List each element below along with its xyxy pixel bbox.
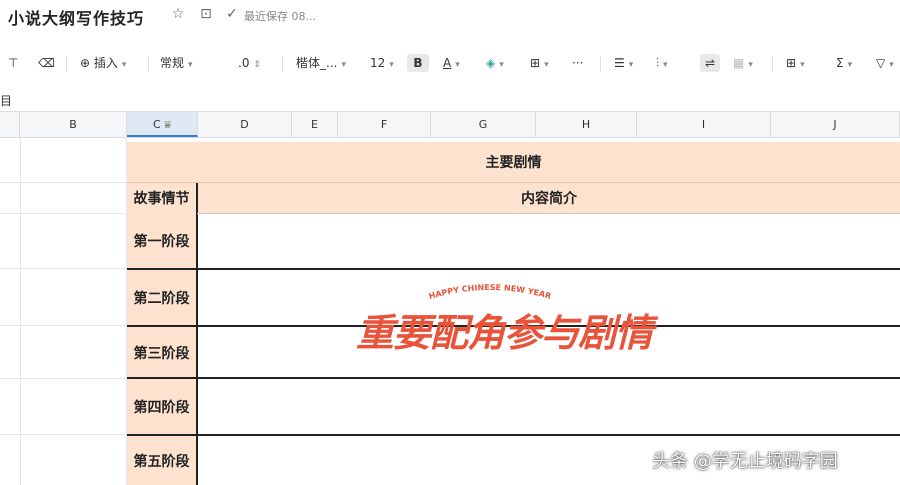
- font-size-select[interactable]: 12: [370, 54, 394, 72]
- border-button[interactable]: ⊞: [530, 54, 549, 72]
- document-title[interactable]: 小说大纲写作技巧: [8, 5, 144, 29]
- row-border: [127, 434, 900, 436]
- column-header-i[interactable]: I: [637, 112, 771, 137]
- align-button[interactable]: ☰: [614, 54, 633, 72]
- stepper-icon: ⇕: [253, 60, 261, 70]
- bold-button[interactable]: B: [407, 54, 429, 72]
- decimal-label: .0: [238, 56, 250, 70]
- column-header-h[interactable]: H: [536, 112, 637, 137]
- svg-text:HAPPY CHINESE NEW YEAR: HAPPY CHINESE NEW YEAR: [428, 283, 552, 301]
- table-icon: ⊞: [786, 56, 797, 70]
- plus-circle-icon: ⊕: [80, 56, 91, 70]
- column-header-c[interactable]: C ⩸: [127, 112, 198, 137]
- toolbar-divider: [772, 56, 773, 72]
- title-bar: 小说大纲写作技巧 ☆ ⊡ ✓ 最近保存 08...: [0, 0, 900, 32]
- grid-line: [0, 182, 127, 183]
- fill-color-icon: ◈: [486, 56, 496, 70]
- table-button[interactable]: ⊞: [786, 54, 805, 72]
- font-family-select[interactable]: 楷体_...: [296, 54, 352, 72]
- stage-cell-3[interactable]: 第三阶段: [127, 327, 198, 378]
- toolbar: ⊤ ⌫ ⊕ 插入 常规 .0 ⇕ 楷体_... 12 B A ◈ ⊞ ··· ☰…: [0, 46, 900, 80]
- row-border: [127, 377, 900, 379]
- toolbar-divider: [66, 56, 67, 72]
- column-menu-icon[interactable]: ⩸: [164, 118, 171, 131]
- grid-line: [0, 325, 127, 326]
- column-header-b[interactable]: B: [20, 112, 127, 137]
- size-label: 12: [370, 56, 386, 70]
- eraser-icon[interactable]: ⌫: [38, 54, 55, 72]
- column-c-label: C: [153, 118, 161, 131]
- align-icon: ☰: [614, 56, 625, 70]
- insert-button[interactable]: ⊕ 插入: [80, 54, 126, 72]
- grid-line: [0, 378, 127, 379]
- vertical-align-icon: ⫶: [656, 56, 660, 70]
- grid-line: [0, 268, 127, 269]
- text-color-icon: A: [443, 56, 452, 70]
- sum-button[interactable]: Σ: [836, 54, 852, 72]
- column-header-e[interactable]: E: [292, 112, 338, 137]
- merged-title-cell[interactable]: 主要剧情: [127, 142, 900, 183]
- watermark-sub-text: HAPPY CHINESE NEW YEAR: [428, 283, 552, 301]
- grid-line: [0, 434, 127, 435]
- column-header-bar: B C ⩸ D E F G H I J: [0, 111, 900, 138]
- decimal-button[interactable]: .0 ⇕: [238, 54, 261, 72]
- toolbar-divider: [282, 56, 283, 72]
- merge-cells-button[interactable]: ▦: [733, 54, 753, 72]
- font-label: 楷体_...: [296, 56, 338, 70]
- text-color-button[interactable]: A: [443, 54, 460, 72]
- star-icon[interactable]: ☆: [170, 6, 186, 22]
- toolbar-divider: [148, 56, 149, 72]
- number-format-select[interactable]: 常规: [160, 54, 226, 72]
- toolbar-divider: [600, 56, 601, 72]
- filter-button[interactable]: ▽: [876, 54, 894, 72]
- grid-line: [20, 137, 21, 485]
- row-border: [127, 268, 900, 270]
- header-summary-cell[interactable]: 内容简介: [198, 183, 900, 213]
- more-button[interactable]: ···: [572, 54, 583, 72]
- stage-cell-1[interactable]: 第一阶段: [127, 213, 198, 269]
- border-icon: ⊞: [530, 56, 541, 70]
- column-header-g[interactable]: G: [431, 112, 536, 137]
- insert-label: 插入: [93, 56, 118, 70]
- move-folder-icon[interactable]: ⊡: [198, 6, 214, 22]
- credit-watermark: 头条 @学无止境码字园: [652, 451, 838, 472]
- filter-icon: ▽: [876, 56, 886, 70]
- column-header-d[interactable]: D: [198, 112, 292, 137]
- fill-color-button[interactable]: ◈: [486, 54, 504, 72]
- header-story-cell[interactable]: 故事情节: [127, 183, 198, 213]
- grid-line: [0, 213, 127, 214]
- wrap-text-button[interactable]: ⇌: [700, 54, 720, 72]
- cell-reference: 目: [0, 94, 13, 108]
- merge-icon: ▦: [733, 56, 745, 70]
- stage-cell-2[interactable]: 第二阶段: [127, 270, 198, 326]
- row-border: [197, 213, 900, 214]
- column-header-j[interactable]: J: [771, 112, 900, 137]
- format-painter-icon[interactable]: ⊤: [8, 54, 18, 72]
- stage-cell-4[interactable]: 第四阶段: [127, 379, 198, 435]
- sigma-icon: Σ: [836, 56, 844, 70]
- save-status: 最近保存 08...: [244, 10, 316, 23]
- saved-check-icon: ✓: [226, 6, 238, 22]
- column-header-a[interactable]: [0, 112, 20, 137]
- column-header-f[interactable]: F: [338, 112, 431, 137]
- format-label: 常规: [160, 56, 185, 70]
- wrap-icon: ⇌: [704, 56, 716, 70]
- vertical-align-button[interactable]: ⫶: [656, 54, 668, 72]
- watermark-main-text: 重要配角参与剧情: [356, 311, 653, 355]
- stage-cell-5[interactable]: 第五阶段: [127, 436, 198, 485]
